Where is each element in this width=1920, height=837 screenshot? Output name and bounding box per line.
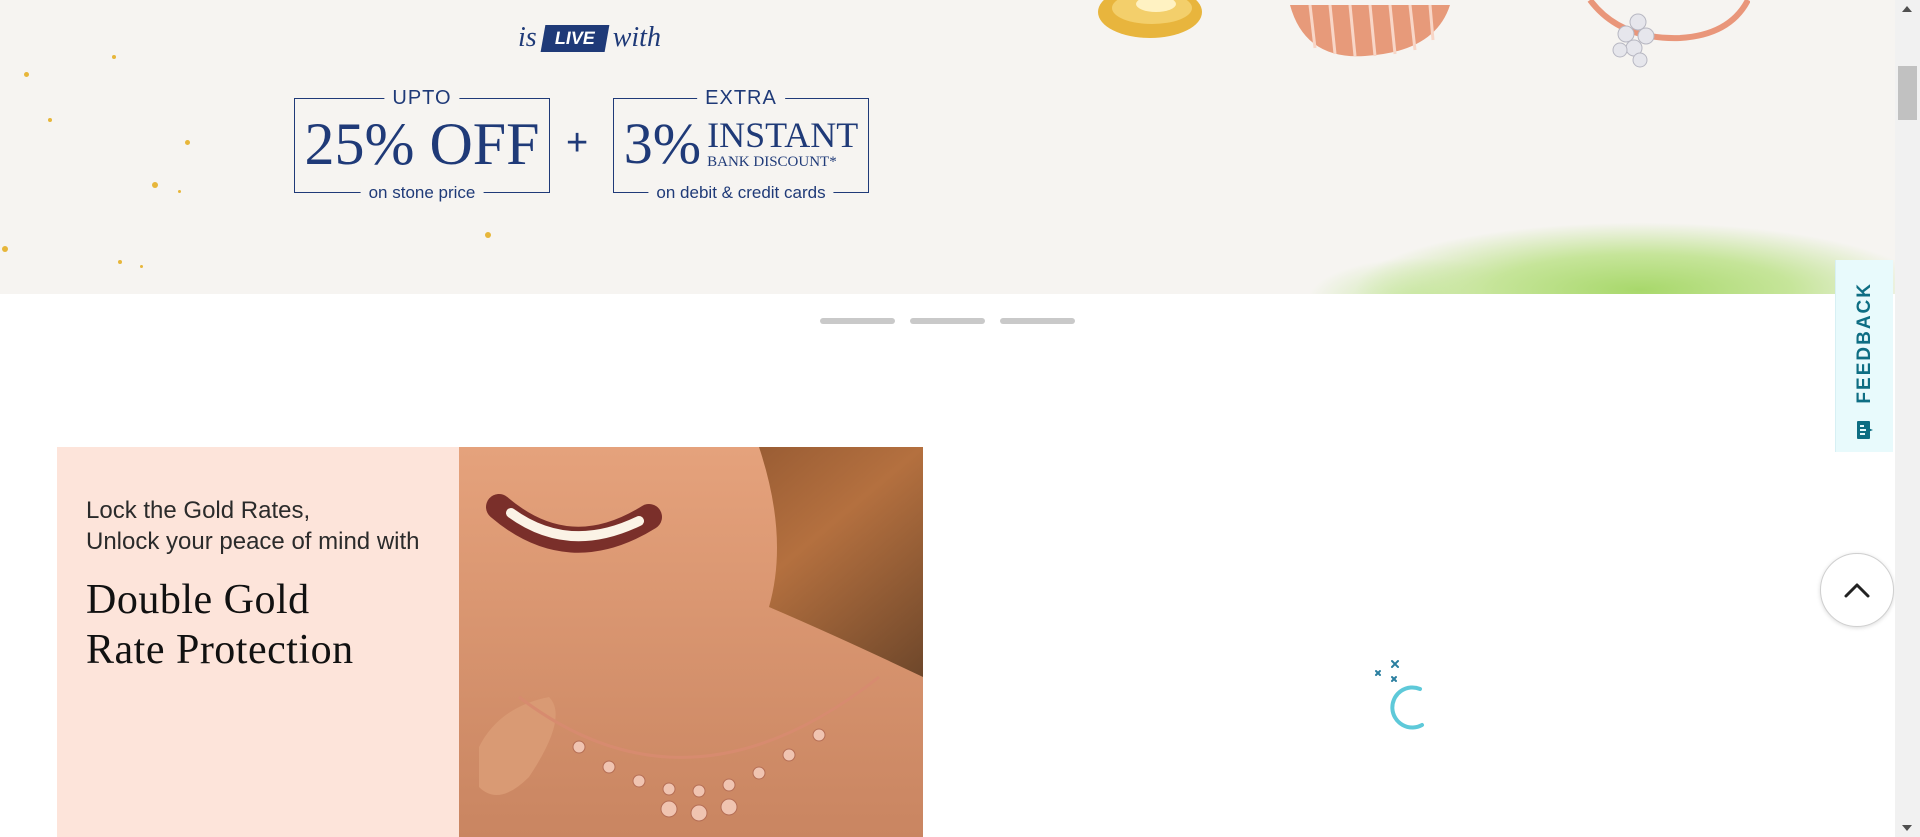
promo-headline-line1: Double Gold: [86, 577, 310, 623]
offer2-bottom: on debit & credit cards: [648, 183, 834, 203]
feedback-tab[interactable]: FEEDBACK: [1835, 260, 1893, 452]
decor-dot: [152, 182, 158, 188]
gold-rate-protection-banner[interactable]: Lock the Gold Rates, Unlock your peace o…: [57, 447, 923, 837]
promo-subtitle-line1: Lock the Gold Rates,: [86, 497, 311, 524]
promo-subtitle: Lock the Gold Rates, Unlock your peace o…: [86, 495, 420, 557]
offer-bank-discount: EXTRA 3% INSTANT BANK DISCOUNT* on debit…: [613, 87, 869, 203]
feedback-label: FEEDBACK: [1853, 282, 1875, 404]
promo-subtitle-line2: Unlock your peace of mind with: [86, 528, 420, 555]
decor-dot: [24, 72, 29, 77]
carousel-dot-1[interactable]: [820, 318, 895, 324]
hero-banner[interactable]: is LIVE with UPTO 25% OFF on stone price…: [0, 0, 1895, 294]
diamond-ring-image: [1587, 0, 1750, 68]
decor-dot: [185, 140, 190, 145]
live-suffix: with: [612, 22, 661, 53]
offer-plus-sign: +: [566, 122, 589, 164]
rose-gold-ring-image: [1290, 4, 1450, 57]
page-scrollbar[interactable]: [1895, 0, 1920, 837]
offer-stone-discount: UPTO 25% OFF on stone price: [294, 87, 550, 203]
offer2-percent: 3%: [623, 111, 702, 176]
live-prefix: is: [518, 22, 537, 53]
loading-spinner-icon: [1375, 660, 1424, 730]
decor-dot: [140, 265, 143, 268]
promo-headline: Double Gold Rate Protection: [86, 575, 354, 675]
offer1-big: 25% OFF: [304, 111, 540, 177]
feedback-icon: [1856, 420, 1873, 439]
decor-dot: [48, 118, 52, 122]
offer1-top: UPTO: [384, 87, 460, 110]
offer2-top: EXTRA: [697, 87, 785, 110]
gold-ring-image: [1098, 0, 1202, 38]
decor-dot: [118, 260, 122, 264]
live-badge: LIVE: [540, 24, 610, 52]
decor-dot: [112, 55, 116, 59]
offer1-bottom: on stone price: [360, 183, 484, 203]
back-to-top-button[interactable]: [1820, 553, 1894, 627]
decor-dot: [178, 190, 181, 193]
promo-headline-line2: Rate Protection: [86, 627, 354, 673]
decor-dot: [2, 246, 8, 252]
offer2-instant: INSTANT: [707, 115, 859, 155]
scrollbar-thumb[interactable]: [1898, 66, 1917, 120]
model-necklace-photo: [459, 447, 923, 837]
scroll-up-arrow[interactable]: [1902, 6, 1912, 12]
carousel-dot-3[interactable]: [1000, 318, 1075, 324]
carousel-indicators: [820, 318, 1075, 324]
live-tagline: is LIVE with: [518, 22, 661, 54]
offer2-bank-discount: BANK DISCOUNT*: [707, 154, 837, 170]
decor-dot: [485, 232, 491, 238]
scroll-down-arrow[interactable]: [1902, 825, 1912, 831]
chevron-up-icon: [1844, 583, 1870, 598]
carousel-dot-2[interactable]: [910, 318, 985, 324]
